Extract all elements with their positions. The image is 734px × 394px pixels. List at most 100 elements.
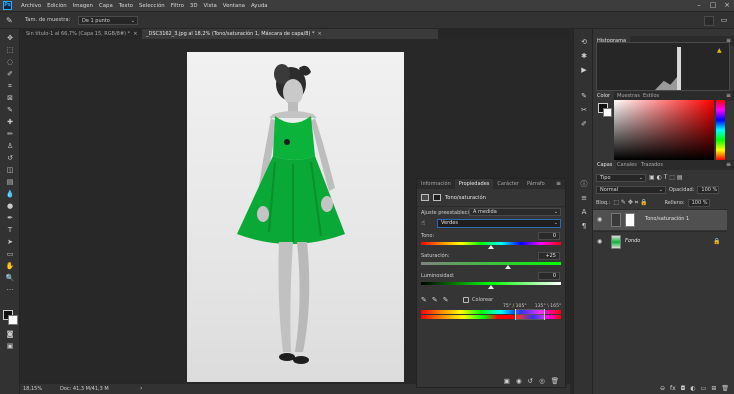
navigator-icon[interactable]: ✱ [579,51,589,61]
layer-mask-thumbnail[interactable] [625,213,635,227]
close-window-button[interactable]: × [720,0,734,11]
minimize-button[interactable]: – [692,0,706,11]
opacity-input[interactable]: 100 % [697,185,720,194]
eye-icon[interactable]: ◉ [597,216,602,223]
layer-row-hue-saturation[interactable]: ◉ Tono/saturación 1 [593,209,727,230]
color-picker-field[interactable] [614,100,714,160]
quick-select-tool-icon[interactable]: ✐ [4,69,16,79]
pen-tool-icon[interactable]: ✒ [4,213,16,223]
lightness-slider-thumb[interactable] [488,285,494,289]
eyedropper-plus-icon[interactable]: ✎ [432,296,438,304]
blur-tool-icon[interactable]: 💧 [4,189,16,199]
crop-tool-icon[interactable]: ⌗ [4,81,16,91]
zoom-level[interactable]: 18,15% [23,386,42,392]
actions-icon[interactable]: ▶ [579,65,589,75]
warning-icon[interactable]: ▲ [717,47,722,54]
filter-select[interactable]: Tipo ⌄ [596,173,646,182]
tab-informacion[interactable]: Información [417,179,455,189]
tab-color[interactable]: Color [593,91,615,101]
tab-document-2[interactable]: _DSC3162_3.jpg al 18,2% (Tono/saturación… [142,29,438,39]
visibility-icon[interactable]: ◎ [539,377,545,385]
eyedropper-tool-icon[interactable]: ✎ [6,16,16,26]
stamp-tool-icon[interactable]: ♙ [4,141,16,151]
background-color-swatch[interactable] [8,315,18,325]
type-tool-icon[interactable]: T [4,225,16,235]
menu-vista[interactable]: Vista [204,3,217,9]
search-icon[interactable] [704,16,714,26]
panel-menu-icon[interactable]: ≡ [726,160,731,170]
eyedropper-icon[interactable]: ✎ [4,105,16,115]
targeted-adjustment-hand-icon[interactable]: ☝ [421,219,431,228]
saturation-slider-thumb[interactable] [504,265,511,269]
shape-tool-icon[interactable]: ▭ [4,249,16,259]
filter-icons[interactable]: ▣ ◐ T ⬚ ▤ [649,174,683,181]
healing-brush-icon[interactable]: ✚ [4,117,16,127]
menu-filtro[interactable]: Filtro [171,3,184,9]
eyedropper-minus-icon[interactable]: ✎ [443,296,449,304]
eraser-tool-icon[interactable]: ◫ [4,165,16,175]
info-icon[interactable]: ⓘ [579,179,589,189]
menu-edicion[interactable]: Edición [47,3,67,9]
menu-seleccion[interactable]: Selección [139,3,165,9]
background-swatch[interactable] [603,108,612,117]
history-brush-icon[interactable]: ↺ [4,153,16,163]
close-icon[interactable]: × [133,31,137,37]
brushes-icon[interactable]: ✂ [579,105,589,115]
color-range-selector[interactable] [515,309,545,320]
photoshop-logo[interactable]: Ps [3,1,12,10]
menu-ventana[interactable]: Ventana [223,3,245,9]
path-select-icon[interactable]: ➤ [4,237,16,247]
lasso-tool-icon[interactable]: ◌ [4,57,16,67]
panel-menu-icon[interactable]: ≡ [556,179,561,189]
marquee-tool-icon[interactable]: ⬚ [4,45,16,55]
layer-name[interactable]: Fondo [625,238,640,244]
quick-mask-icon[interactable]: ◙ [4,329,16,339]
maximize-button[interactable]: □ [706,0,720,11]
hue-strip[interactable] [716,100,725,160]
mask-icon[interactable] [433,194,441,201]
hue-slider-thumb[interactable] [488,245,494,249]
menu-ayuda[interactable]: Ayuda [251,3,268,9]
hand-tool-icon[interactable]: ✋ [4,261,16,271]
preset-select[interactable]: A medida ⌄ [469,208,561,216]
eye-icon[interactable]: ◉ [597,238,602,245]
dodge-tool-icon[interactable]: ● [4,201,16,211]
fx-icon[interactable]: fx [670,385,676,392]
lock-icons[interactable]: ⬚ ✎ ✥ ⌗ 🔒 [613,199,647,207]
view-previous-icon[interactable]: ◉ [516,377,522,385]
paragraph-icon[interactable]: ¶ [579,221,589,231]
menu-3d[interactable]: 3D [190,3,198,9]
more-tools-icon[interactable]: ··· [4,285,16,295]
chevron-right-icon[interactable]: › [140,385,142,392]
screen-mode-icon[interactable]: ▣ [4,341,16,351]
trash-icon[interactable]: 🗑 [551,377,559,385]
document-image[interactable] [187,52,404,382]
gradient-tool-icon[interactable]: ▤ [4,177,16,187]
hue-value[interactable]: 0 [538,232,560,240]
properties-icon[interactable]: ≡ [579,193,589,203]
menu-archivo[interactable]: Archivo [21,3,41,9]
layer-name[interactable]: Tono/saturación 1 [645,216,689,222]
sample-size-select[interactable]: De 1 punto ⌄ [78,16,138,25]
clip-to-layer-icon[interactable]: ▣ [504,377,510,385]
frame-tool-icon[interactable]: ⊠ [4,93,16,103]
brush-tool-icon[interactable]: ✏ [4,129,16,139]
saturation-value[interactable]: +25 [538,252,560,260]
tab-propiedades[interactable]: Propiedades [454,179,494,189]
adjustment-layer-icon[interactable]: ◐ [690,385,695,392]
blend-mode-select[interactable]: Normal ⌄ [596,185,666,194]
channel-select[interactable]: Verdes ⌄ [437,219,561,228]
group-icon[interactable]: ▭ [701,385,707,392]
character-icon[interactable]: A [579,207,589,217]
tab-parrafo[interactable]: Párrafo [523,179,549,189]
trash-icon[interactable]: 🗑 [721,385,729,392]
menu-capa[interactable]: Capa [99,3,113,9]
history-icon[interactable]: ⟲ [579,37,589,47]
tab-document-1[interactable]: Sin título-1 al 66,7% (Capa 15, RGB/8#) … [22,29,142,39]
adjustment-icon[interactable] [421,194,429,201]
adjustments-icon[interactable]: ✎ [579,91,589,101]
layer-row-fondo[interactable]: ◉ Fondo 🔒 [593,231,727,252]
tab-trazados[interactable]: Trazados [637,160,667,170]
close-icon[interactable]: × [318,31,322,37]
checkbox-icon[interactable] [463,297,469,303]
